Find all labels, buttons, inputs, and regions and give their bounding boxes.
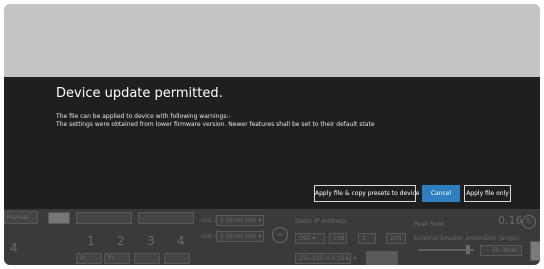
ip-octet-2: 168 (329, 233, 347, 244)
breaker-slider-thumb (466, 245, 470, 254)
background-button-2 (138, 212, 194, 224)
breaker-value: 50 (80A) (492, 247, 518, 254)
chevron-down-icon: ▾ (258, 217, 262, 224)
ip-octet-2-value: 168 (333, 235, 345, 242)
channel-1-number: 1 (87, 234, 95, 248)
out3-select: 2 Ohms min ▾ (216, 215, 264, 226)
dialog-message-line-1: The file can be applied to device with f… (56, 113, 231, 120)
chevron-down-icon: ▾ (258, 233, 262, 240)
channel-3-preset (134, 253, 160, 264)
background-button-1 (76, 212, 132, 224)
channel-number: 4 (10, 241, 18, 255)
channel-1-preset-label: Pr (80, 255, 86, 262)
ip-octet-4: 100 (386, 233, 406, 244)
channel-2-number: 2 (117, 234, 125, 248)
channel-3-number: 3 (147, 234, 155, 248)
manual-label: Manual (7, 214, 29, 221)
dialog-message-line-2: The settings were obtained from lower fi… (56, 121, 375, 128)
out4-select-value: 2 Ohms min (220, 233, 257, 240)
breaker-label: External breaker protection (amps) (414, 235, 520, 242)
scroll-handle (530, 241, 540, 261)
ip-octet-1: 192 ▾ (295, 233, 325, 244)
ip-octet-1-value: 192 (299, 235, 311, 242)
background-app-panel: Manual 4 1 2 3 4 Pr Pr Out 3 2 Ohms min … (4, 209, 540, 265)
apply-file-only-button[interactable]: Apply file only (464, 185, 511, 202)
channel-4-preset (164, 253, 190, 264)
subnet-select: 255.255.0.0 (/16) ▾ (295, 253, 356, 264)
static-ip-label: Static IP Address: (295, 218, 348, 225)
cancel-button[interactable]: Cancel (422, 185, 460, 202)
ip-octet-3: 1 (358, 233, 376, 244)
channel-1-preset: Pr (76, 253, 102, 264)
refresh-icon: ↻ (522, 215, 536, 229)
update-dialog: Device update permitted. The file can be… (4, 77, 540, 209)
subnet-select-value: 255.255.0.0 (/16) (299, 255, 352, 262)
peak-hold-label: Peak Hold (414, 221, 444, 228)
out3-select-value: 2 Ohms min (220, 217, 257, 224)
channel-2-preset-label: Pr (108, 255, 114, 262)
mode-toggle (48, 212, 70, 224)
channel-4-number: 4 (177, 234, 185, 248)
ip-octet-4-value: 100 (390, 235, 402, 242)
ip-octet-3-value: 1 (362, 235, 366, 242)
channel-2-preset: Pr (104, 253, 130, 264)
background-apply-box (366, 251, 398, 265)
peak-value: 0.16 (498, 214, 523, 227)
link-icon: ∞ (272, 227, 288, 243)
dialog-title: Device update permitted. (56, 86, 223, 101)
out4-select: 2 Ohms min ▾ (216, 231, 264, 242)
breaker-value-field: 50 (80A) (480, 245, 522, 256)
app-window: Manual 4 1 2 3 4 Pr Pr Out 3 2 Ohms min … (4, 4, 540, 265)
apply-file-copy-presets-button[interactable]: Apply file & copy presets to device (314, 185, 419, 202)
manual-mode-box: Manual (4, 211, 38, 224)
